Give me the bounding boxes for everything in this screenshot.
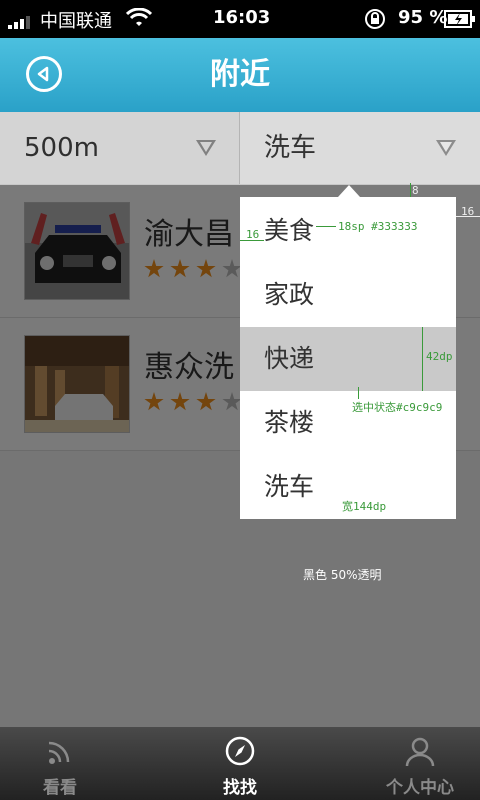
tab-bar: 看看 找找 个人中心 <box>0 727 480 800</box>
page-title: 附近 <box>210 57 270 92</box>
triangle-down-icon <box>436 140 456 156</box>
dropdown-option-selected[interactable]: 快递 <box>240 327 456 391</box>
annotation-line <box>358 387 359 399</box>
tab-label: 找找 <box>223 778 257 798</box>
wifi-icon <box>125 7 153 33</box>
annotation-offset-right: 16 <box>461 205 475 218</box>
category-filter[interactable]: 洗车 <box>240 112 480 184</box>
annotation-overlay: 黑色 50%透明 <box>303 568 382 582</box>
person-icon <box>405 737 435 767</box>
annotation-line <box>316 226 336 227</box>
battery-icon <box>444 10 476 33</box>
carrier-label: 中国联通 <box>40 11 112 32</box>
annotation-line <box>422 327 423 391</box>
tab-label: 看看 <box>43 778 77 798</box>
annotation-width: 宽144dp <box>342 500 387 513</box>
feed-icon <box>48 741 70 764</box>
annotation-offset-top: 8 <box>412 184 419 197</box>
back-button[interactable] <box>26 56 62 92</box>
annotation-offset-left: 16 <box>246 228 260 241</box>
filter-dim <box>0 112 240 184</box>
battery-percent: 95 % <box>398 7 448 28</box>
annotation-text-spec: 18sp #333333 <box>338 220 418 233</box>
dropdown-pointer <box>338 185 360 197</box>
dropdown-option[interactable]: 家政 <box>240 263 456 327</box>
title-bar: 附近 <box>0 38 480 113</box>
clock: 16:03 <box>213 7 271 28</box>
rotation-lock-icon <box>364 8 386 35</box>
category-dropdown: 美食 家政 快递 茶楼 洗车 <box>240 197 456 519</box>
annotation-row-height: 42dp <box>426 350 453 363</box>
back-circle-icon <box>37 66 49 82</box>
tab-kankan[interactable]: 看看 <box>0 727 120 800</box>
compass-icon <box>225 736 255 766</box>
status-bar: 中国联通 16:03 95 % <box>0 0 480 38</box>
annotation-line <box>410 183 411 197</box>
tab-personal-center[interactable]: 个人中心 <box>360 727 480 800</box>
signal-icon <box>8 13 36 34</box>
tab-zhaozhao[interactable]: 找找 <box>180 727 300 800</box>
category-filter-label: 洗车 <box>264 133 317 163</box>
annotation-selected-state: 选中状态#c9c9c9 <box>352 401 443 414</box>
tab-label: 个人中心 <box>386 778 454 798</box>
